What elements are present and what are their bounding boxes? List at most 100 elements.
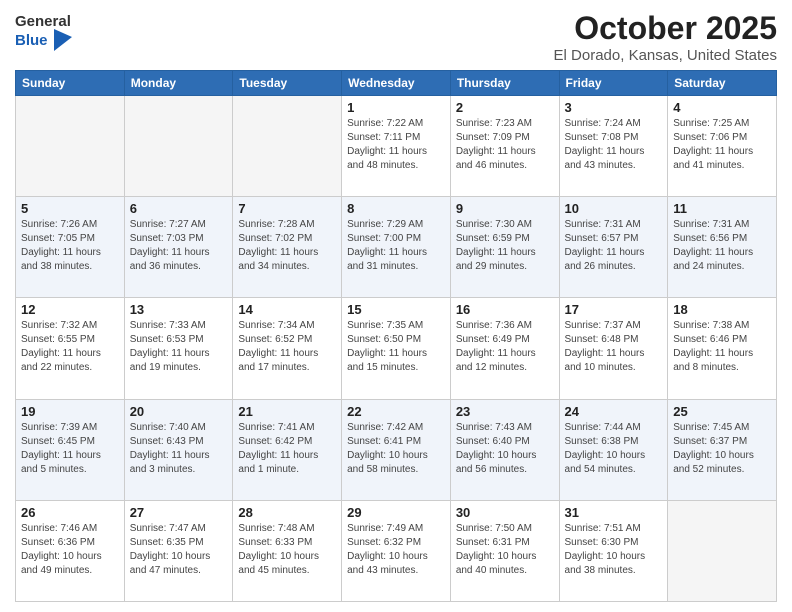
day-info: Sunrise: 7:25 AM Sunset: 7:06 PM Dayligh… bbox=[673, 117, 771, 173]
table-row bbox=[668, 500, 777, 601]
day-number: 20 bbox=[130, 404, 228, 419]
day-number: 17 bbox=[565, 302, 663, 317]
day-number: 27 bbox=[130, 505, 228, 520]
day-number: 31 bbox=[565, 505, 663, 520]
day-number: 15 bbox=[347, 302, 445, 317]
day-number: 22 bbox=[347, 404, 445, 419]
table-row: 10 Sunrise: 7:31 AM Sunset: 6:57 PM Dayli… bbox=[559, 197, 668, 298]
day-info: Sunrise: 7:51 AM Sunset: 6:30 PM Dayligh… bbox=[565, 522, 663, 578]
day-info: Sunrise: 7:22 AM Sunset: 7:11 PM Dayligh… bbox=[347, 117, 445, 173]
day-number: 9 bbox=[456, 201, 554, 216]
day-info: Sunrise: 7:50 AM Sunset: 6:31 PM Dayligh… bbox=[456, 522, 554, 578]
day-info: Sunrise: 7:31 AM Sunset: 6:57 PM Dayligh… bbox=[565, 218, 663, 274]
day-info: Sunrise: 7:33 AM Sunset: 6:53 PM Dayligh… bbox=[130, 319, 228, 375]
calendar-week-row: 12 Sunrise: 7:32 AM Sunset: 6:55 PM Dayli… bbox=[16, 298, 777, 399]
logo: General Blue bbox=[15, 14, 72, 51]
table-row: 11 Sunrise: 7:31 AM Sunset: 6:56 PM Dayli… bbox=[668, 197, 777, 298]
table-row: 27 Sunrise: 7:47 AM Sunset: 6:35 PM Dayli… bbox=[124, 500, 233, 601]
table-row: 8Sunrise: 7:29 AM Sunset: 7:00 PM Daylig… bbox=[342, 197, 451, 298]
table-row: 4Sunrise: 7:25 AM Sunset: 7:06 PM Daylig… bbox=[668, 96, 777, 197]
table-row: 3 Sunrise: 7:24 AM Sunset: 7:08 PM Daylig… bbox=[559, 96, 668, 197]
day-info: Sunrise: 7:27 AM Sunset: 7:03 PM Dayligh… bbox=[130, 218, 228, 274]
table-row: 16Sunrise: 7:36 AM Sunset: 6:49 PM Dayli… bbox=[450, 298, 559, 399]
calendar-week-row: 26 Sunrise: 7:46 AM Sunset: 6:36 PM Dayli… bbox=[16, 500, 777, 601]
calendar-week-row: 5Sunrise: 7:26 AM Sunset: 7:05 PM Daylig… bbox=[16, 197, 777, 298]
day-number: 3 bbox=[565, 100, 663, 115]
day-info: Sunrise: 7:40 AM Sunset: 6:43 PM Dayligh… bbox=[130, 421, 228, 477]
table-row: 19 Sunrise: 7:39 AM Sunset: 6:45 PM Dayli… bbox=[16, 399, 125, 500]
table-row: 21Sunrise: 7:41 AM Sunset: 6:42 PM Dayli… bbox=[233, 399, 342, 500]
table-row: 26 Sunrise: 7:46 AM Sunset: 6:36 PM Dayli… bbox=[16, 500, 125, 601]
page-title: October 2025 bbox=[554, 10, 777, 47]
table-row: 5Sunrise: 7:26 AM Sunset: 7:05 PM Daylig… bbox=[16, 197, 125, 298]
col-wednesday: Wednesday bbox=[342, 71, 451, 96]
table-row: 1 Sunrise: 7:22 AM Sunset: 7:11 PM Daylig… bbox=[342, 96, 451, 197]
logo-blue: Blue bbox=[15, 31, 72, 51]
table-row: 14Sunrise: 7:34 AM Sunset: 6:52 PM Dayli… bbox=[233, 298, 342, 399]
table-row: 17 Sunrise: 7:37 AM Sunset: 6:48 PM Dayli… bbox=[559, 298, 668, 399]
day-info: Sunrise: 7:44 AM Sunset: 6:38 PM Dayligh… bbox=[565, 421, 663, 477]
table-row: 23 Sunrise: 7:43 AM Sunset: 6:40 PM Dayli… bbox=[450, 399, 559, 500]
day-info: Sunrise: 7:43 AM Sunset: 6:40 PM Dayligh… bbox=[456, 421, 554, 477]
day-info: Sunrise: 7:47 AM Sunset: 6:35 PM Dayligh… bbox=[130, 522, 228, 578]
table-row: 6Sunrise: 7:27 AM Sunset: 7:03 PM Daylig… bbox=[124, 197, 233, 298]
day-number: 21 bbox=[238, 404, 336, 419]
col-saturday: Saturday bbox=[668, 71, 777, 96]
day-info: Sunrise: 7:23 AM Sunset: 7:09 PM Dayligh… bbox=[456, 117, 554, 173]
day-number: 8 bbox=[347, 201, 445, 216]
day-info: Sunrise: 7:34 AM Sunset: 6:52 PM Dayligh… bbox=[238, 319, 336, 375]
day-number: 1 bbox=[347, 100, 445, 115]
day-number: 12 bbox=[21, 302, 119, 317]
day-info: Sunrise: 7:32 AM Sunset: 6:55 PM Dayligh… bbox=[21, 319, 119, 375]
table-row: 12 Sunrise: 7:32 AM Sunset: 6:55 PM Dayli… bbox=[16, 298, 125, 399]
day-number: 29 bbox=[347, 505, 445, 520]
col-sunday: Sunday bbox=[16, 71, 125, 96]
table-row: 25Sunrise: 7:45 AM Sunset: 6:37 PM Dayli… bbox=[668, 399, 777, 500]
header: General Blue October 2025 El Dorado, Kan… bbox=[15, 10, 777, 64]
day-info: Sunrise: 7:26 AM Sunset: 7:05 PM Dayligh… bbox=[21, 218, 119, 274]
day-number: 13 bbox=[130, 302, 228, 317]
day-number: 7 bbox=[238, 201, 336, 216]
day-number: 28 bbox=[238, 505, 336, 520]
calendar-week-row: 1 Sunrise: 7:22 AM Sunset: 7:11 PM Daylig… bbox=[16, 96, 777, 197]
col-tuesday: Tuesday bbox=[233, 71, 342, 96]
day-info: Sunrise: 7:37 AM Sunset: 6:48 PM Dayligh… bbox=[565, 319, 663, 375]
title-area: October 2025 El Dorado, Kansas, United S… bbox=[554, 10, 777, 64]
table-row: 31 Sunrise: 7:51 AM Sunset: 6:30 PM Dayli… bbox=[559, 500, 668, 601]
col-friday: Friday bbox=[559, 71, 668, 96]
day-info: Sunrise: 7:42 AM Sunset: 6:41 PM Dayligh… bbox=[347, 421, 445, 477]
table-row: 15 Sunrise: 7:35 AM Sunset: 6:50 PM Dayli… bbox=[342, 298, 451, 399]
page-subtitle: El Dorado, Kansas, United States bbox=[554, 47, 777, 64]
day-number: 2 bbox=[456, 100, 554, 115]
day-number: 23 bbox=[456, 404, 554, 419]
day-info: Sunrise: 7:31 AM Sunset: 6:56 PM Dayligh… bbox=[673, 218, 771, 274]
day-number: 16 bbox=[456, 302, 554, 317]
day-info: Sunrise: 7:35 AM Sunset: 6:50 PM Dayligh… bbox=[347, 319, 445, 375]
day-number: 18 bbox=[673, 302, 771, 317]
table-row: 22 Sunrise: 7:42 AM Sunset: 6:41 PM Dayli… bbox=[342, 399, 451, 500]
day-info: Sunrise: 7:30 AM Sunset: 6:59 PM Dayligh… bbox=[456, 218, 554, 274]
day-info: Sunrise: 7:24 AM Sunset: 7:08 PM Dayligh… bbox=[565, 117, 663, 173]
table-row bbox=[233, 96, 342, 197]
page: General Blue October 2025 El Dorado, Kan… bbox=[0, 0, 792, 612]
day-info: Sunrise: 7:39 AM Sunset: 6:45 PM Dayligh… bbox=[21, 421, 119, 477]
table-row: 13 Sunrise: 7:33 AM Sunset: 6:53 PM Dayli… bbox=[124, 298, 233, 399]
day-info: Sunrise: 7:48 AM Sunset: 6:33 PM Dayligh… bbox=[238, 522, 336, 578]
day-number: 25 bbox=[673, 404, 771, 419]
table-row: 18 Sunrise: 7:38 AM Sunset: 6:46 PM Dayli… bbox=[668, 298, 777, 399]
day-number: 30 bbox=[456, 505, 554, 520]
table-row: 9 Sunrise: 7:30 AM Sunset: 6:59 PM Daylig… bbox=[450, 197, 559, 298]
logo-text: General Blue bbox=[15, 14, 72, 51]
day-number: 11 bbox=[673, 201, 771, 216]
day-number: 19 bbox=[21, 404, 119, 419]
day-info: Sunrise: 7:46 AM Sunset: 6:36 PM Dayligh… bbox=[21, 522, 119, 578]
table-row: 29Sunrise: 7:49 AM Sunset: 6:32 PM Dayli… bbox=[342, 500, 451, 601]
table-row: 30 Sunrise: 7:50 AM Sunset: 6:31 PM Dayli… bbox=[450, 500, 559, 601]
day-number: 10 bbox=[565, 201, 663, 216]
day-info: Sunrise: 7:28 AM Sunset: 7:02 PM Dayligh… bbox=[238, 218, 336, 274]
table-row bbox=[16, 96, 125, 197]
table-row: 7 Sunrise: 7:28 AM Sunset: 7:02 PM Daylig… bbox=[233, 197, 342, 298]
day-info: Sunrise: 7:38 AM Sunset: 6:46 PM Dayligh… bbox=[673, 319, 771, 375]
weekday-header-row: Sunday Monday Tuesday Wednesday Thursday… bbox=[16, 71, 777, 96]
day-number: 26 bbox=[21, 505, 119, 520]
